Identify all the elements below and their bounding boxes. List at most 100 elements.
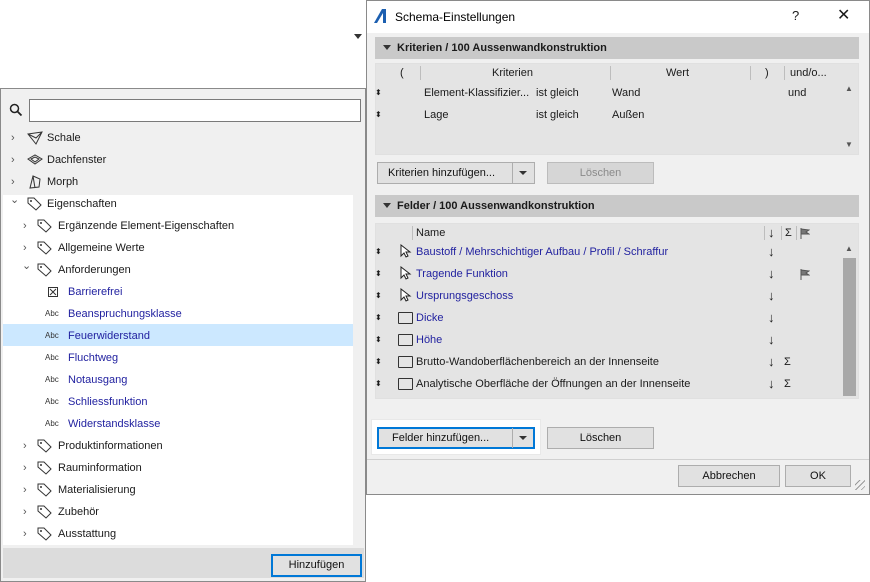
cancel-button[interactable]: Abbrechen [678,465,780,487]
tree-item-anforderungen[interactable]: ⌄ Anforderungen [1,259,351,281]
scroll-up-icon[interactable]: ▲ [845,84,853,93]
value-cell[interactable]: Wand [612,82,640,104]
field-name: Höhe [416,334,443,346]
chevron-right-icon[interactable]: › [23,479,27,501]
reorder-handle-icon[interactable]: ⬍ [375,329,382,351]
field-row[interactable]: ⬍ Analytische Oberfläche der Öffnungen a… [375,373,846,395]
criteria-scrollbar[interactable]: ▲ ▼ [843,82,856,152]
tree-item-rauminformation[interactable]: › Rauminformation [1,457,351,479]
scroll-thumb[interactable] [843,258,856,396]
close-button[interactable]: ✕ [837,5,850,25]
delete-criteria-button[interactable]: Löschen [547,162,654,184]
add-fields-dropdown[interactable] [512,428,534,448]
tree-item-schliessfunktion[interactable]: Abc Schliessfunktion [1,391,351,413]
text-type-icon: Abc [45,375,59,384]
tree-item-eigenschaften[interactable]: ⌄ Eigenschaften [1,193,351,215]
fields-section-header[interactable]: Felder / 100 Aussenwandkonstruktion [375,195,859,217]
tree-item-widerstandsklasse[interactable]: Abc Widerstandsklasse [1,413,351,435]
criteria-row[interactable]: ⬍ Element-Klassifizier... ist gleich Wan… [375,82,838,104]
criteria-cell[interactable]: Lage [424,104,448,126]
chevron-right-icon[interactable]: › [11,127,15,149]
reorder-handle-icon[interactable]: ⬍ [375,373,382,395]
col-separator [796,226,797,240]
sort-arrow-icon[interactable]: ↓ [768,263,775,285]
criteria-cell[interactable]: Element-Klassifizier... [424,82,529,104]
tree-item-label: Barrierefrei [68,286,123,298]
field-row[interactable]: ⬍ Ursprungsgeschoss ↓ [375,285,846,307]
reorder-handle-icon[interactable]: ⬍ [375,82,382,104]
help-button[interactable]: ? [792,8,799,23]
and-or-cell[interactable]: und [788,82,806,104]
chevron-right-icon[interactable]: › [23,215,27,237]
sort-arrow-icon[interactable]: ↓ [768,307,775,329]
tree-item-beanspruchungsklasse[interactable]: Abc Beanspruchungsklasse [1,303,351,325]
add-fields-button[interactable]: Felder hinzufügen... [377,427,535,449]
sort-arrow-icon[interactable]: ↓ [768,351,775,373]
property-icon [398,356,413,368]
tree-item-label: Anforderungen [58,264,131,276]
search-input[interactable] [29,99,361,122]
tree-item-notausgang[interactable]: Abc Notausgang [1,369,351,391]
scroll-down-icon[interactable]: ▼ [845,140,853,149]
morph-icon [29,175,41,189]
operator-cell[interactable]: ist gleich [536,104,579,126]
reorder-handle-icon[interactable]: ⬍ [375,241,382,263]
reorder-handle-icon[interactable]: ⬍ [375,104,382,126]
chevron-down-icon[interactable]: ⌄ [22,255,31,277]
add-button[interactable]: Hinzufügen [271,554,362,577]
fields-scrollbar[interactable]: ▲ [843,242,856,398]
field-row[interactable]: ⬍ Tragende Funktion ↓ [375,263,846,285]
criteria-row[interactable]: ⬍ Lage ist gleich Außen [375,104,838,126]
schema-settings-dialog: Schema-Einstellungen ? ✕ Kriterien / 100… [354,0,870,495]
col-sum: Σ [785,227,792,239]
add-criteria-button[interactable]: Kriterien hinzufügen... [377,162,535,184]
flag-icon[interactable] [800,269,810,280]
chevron-right-icon[interactable]: › [23,435,27,457]
tree-item-morph[interactable]: › Morph [1,171,351,193]
field-row[interactable]: ⬍ Dicke ↓ [375,307,846,329]
tree-item-materialisierung[interactable]: › Materialisierung [1,479,351,501]
sort-arrow-icon[interactable]: ↓ [768,329,775,351]
operator-cell[interactable]: ist gleich [536,82,579,104]
reorder-handle-icon[interactable]: ⬍ [375,307,382,329]
tree-item-schale[interactable]: › Schale [1,127,351,149]
sort-arrow-icon[interactable]: ↓ [768,285,775,307]
tree-item-produktinformationen[interactable]: › Produktinformationen [1,435,351,457]
resize-grip-icon[interactable] [855,480,865,490]
sort-arrow-icon[interactable]: ↓ [768,241,775,263]
value-cell[interactable]: Außen [612,104,644,126]
add-criteria-dropdown[interactable] [512,163,534,183]
tree-item-fluchtweg[interactable]: Abc Fluchtweg [1,347,351,369]
reorder-handle-icon[interactable]: ⬍ [375,285,382,307]
sum-icon[interactable]: Σ [784,373,791,395]
tree-item-allgemeine-werte[interactable]: › Allgemeine Werte [1,237,351,259]
scroll-up-icon[interactable]: ▲ [845,244,853,253]
chevron-down-icon [519,171,527,175]
tree-item-dachfenster[interactable]: › Dachfenster [1,149,351,171]
chevron-right-icon[interactable]: › [11,149,15,171]
delete-fields-button[interactable]: Löschen [547,427,654,449]
collapse-arrow-icon[interactable] [354,34,362,39]
chevron-right-icon[interactable]: › [23,523,27,545]
chevron-right-icon[interactable]: › [23,457,27,479]
criteria-section-header[interactable]: Kriterien / 100 Aussenwandkonstruktion [375,37,859,59]
reorder-handle-icon[interactable]: ⬍ [375,351,382,373]
title-bar: Schema-Einstellungen ? ✕ [367,1,869,33]
chevron-right-icon[interactable]: › [23,501,27,523]
tree-item-feuerwiderstand[interactable]: Abc Feuerwiderstand [1,325,351,347]
tree-item-ergaenzende[interactable]: › Ergänzende Element-Eigenschaften [1,215,351,237]
field-row[interactable]: ⬍ Höhe ↓ [375,329,846,351]
archicad-app-icon [374,9,386,23]
chevron-down-icon[interactable]: ⌄ [10,189,19,211]
tree-scrollbar[interactable] [353,195,364,545]
reorder-handle-icon[interactable]: ⬍ [375,263,382,285]
sum-icon[interactable]: Σ [784,351,791,373]
field-row[interactable]: ⬍ Baustoff / Mehrschichtiger Aufbau / Pr… [375,241,846,263]
field-row[interactable]: ⬍ Brutto-Wandoberflächenbereich an der I… [375,351,846,373]
search-icon [9,103,23,117]
tree-item-ausstattung[interactable]: › Ausstattung [1,523,351,545]
tree-item-barrierefrei[interactable]: Barrierefrei [1,281,351,303]
tree-item-zubehoer[interactable]: › Zubehör [1,501,351,523]
ok-button[interactable]: OK [785,465,851,487]
sort-arrow-icon[interactable]: ↓ [768,373,775,395]
